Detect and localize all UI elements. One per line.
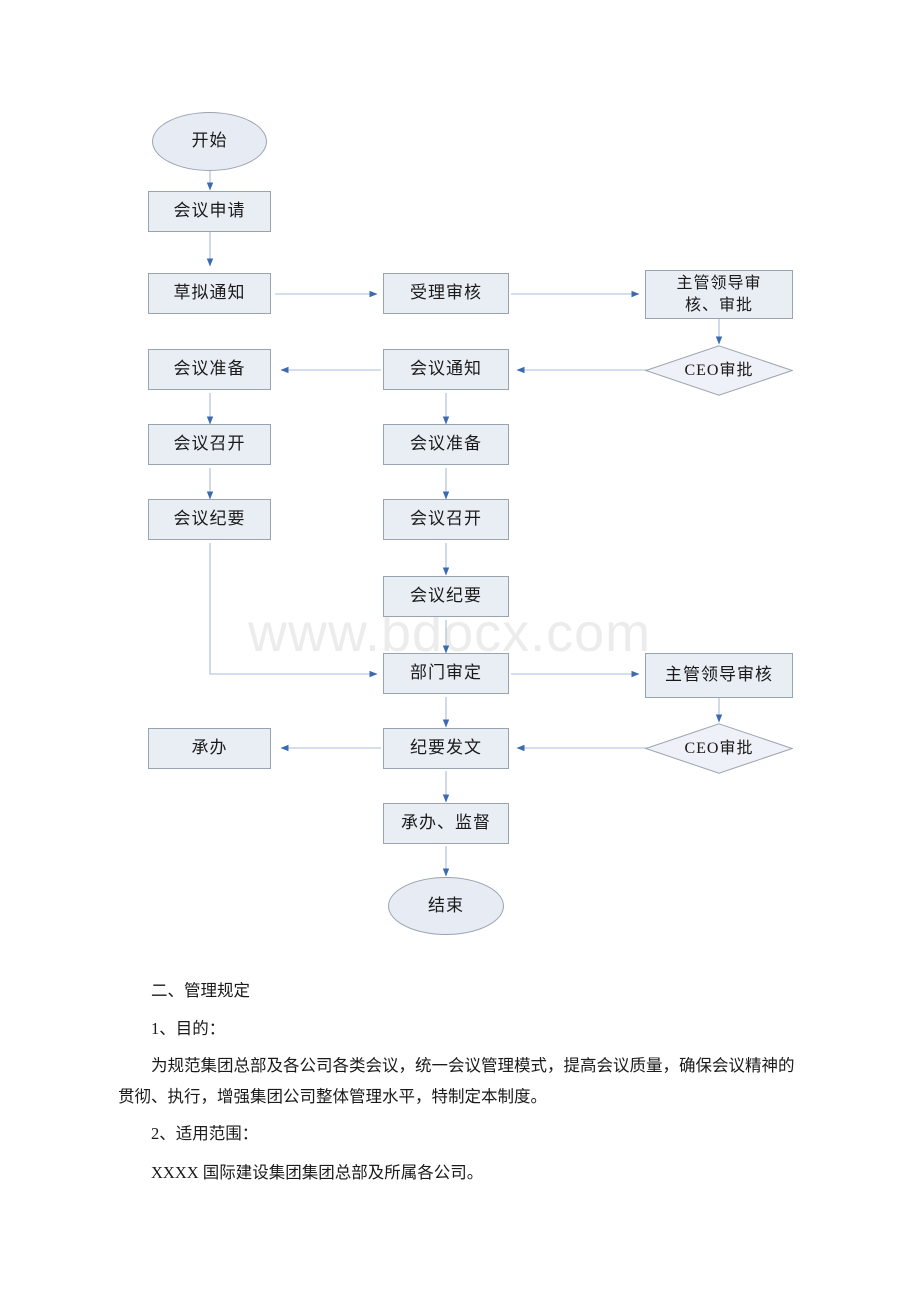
node-end-label: 结束 [428,895,464,915]
node-ceo-approve-2[interactable]: CEO审批 [645,723,793,774]
node-meeting-notice-label: 会议通知 [410,359,482,379]
node-minutes-issue-label: 纪要发文 [410,738,482,758]
node-hold-mid[interactable]: 会议召开 [383,499,509,540]
item1-heading: 1、目的： [151,1019,226,1039]
node-leader-review-approve-line2: 核、审批 [684,296,753,314]
node-meeting-notice[interactable]: 会议通知 [383,349,509,390]
node-start-label: 开始 [191,131,228,151]
document-body: 二、管理规定 1、目的： 为规范集团总部及各公司各类会议，统一会议管理模式，提高… [118,975,808,1195]
node-prepare-left-label: 会议准备 [173,359,246,379]
node-prepare-left[interactable]: 会议准备 [148,349,271,390]
node-minutes-mid[interactable]: 会议纪要 [383,576,509,617]
node-minutes-issue[interactable]: 纪要发文 [383,728,509,769]
node-ceo-approve-1[interactable]: CEO审批 [645,345,793,396]
node-hold-left-label: 会议召开 [173,434,246,454]
node-prepare-mid[interactable]: 会议准备 [383,424,509,465]
node-dept-approve[interactable]: 部门审定 [383,653,509,694]
node-dept-approve-label: 部门审定 [410,663,482,683]
document-page: www.bdocx.com 开始 会议申请 草拟通知 会议准备 会议召开 会议纪… [0,0,920,1302]
node-ceo-approve-1-label: CEO审批 [684,361,754,379]
node-draft-notice[interactable]: 草拟通知 [148,273,271,314]
node-minutes-left-label: 会议纪要 [173,509,246,529]
node-draft-notice-label: 草拟通知 [173,283,246,303]
node-leader-review-2[interactable]: 主管领导审核 [645,653,793,698]
item2-heading: 2、适用范围： [151,1124,259,1144]
node-meeting-apply-label: 会议申请 [173,201,246,221]
node-ceo-approve-2-label: CEO审批 [684,739,754,757]
node-undertake-supervise-label: 承办、监督 [401,813,491,833]
node-undertake-supervise[interactable]: 承办、监督 [383,803,509,844]
node-undertake-left-label: 承办 [191,738,228,758]
section-heading: 二、管理规定 [151,981,250,1000]
item2-body: XXXX 国际建设集团集团总部及所属各公司。 [151,1162,484,1182]
node-accept-review[interactable]: 受理审核 [383,273,509,314]
node-prepare-mid-label: 会议准备 [410,434,482,454]
node-hold-mid-label: 会议召开 [410,509,482,529]
node-leader-review-2-label: 主管领导审核 [665,665,773,685]
node-end[interactable]: 结束 [388,877,504,935]
node-hold-left[interactable]: 会议召开 [148,424,271,465]
node-start[interactable]: 开始 [152,112,267,171]
node-meeting-apply[interactable]: 会议申请 [148,191,271,232]
node-leader-review-approve-line1: 主管领导审 [676,274,762,292]
item1-body: 为规范集团总部及各公司各类会议，统一会议管理模式，提高会议质量，确保会议精神的贯… [118,1056,795,1106]
node-minutes-left[interactable]: 会议纪要 [148,499,271,540]
node-minutes-mid-label: 会议纪要 [410,586,482,606]
node-accept-review-label: 受理审核 [410,283,482,303]
flowchart: 开始 会议申请 草拟通知 会议准备 会议召开 会议纪要 承办 受理审核 会议通知… [0,0,920,960]
node-leader-review-approve[interactable]: 主管领导审 核、审批 [645,270,793,319]
node-undertake-left[interactable]: 承办 [148,728,271,769]
